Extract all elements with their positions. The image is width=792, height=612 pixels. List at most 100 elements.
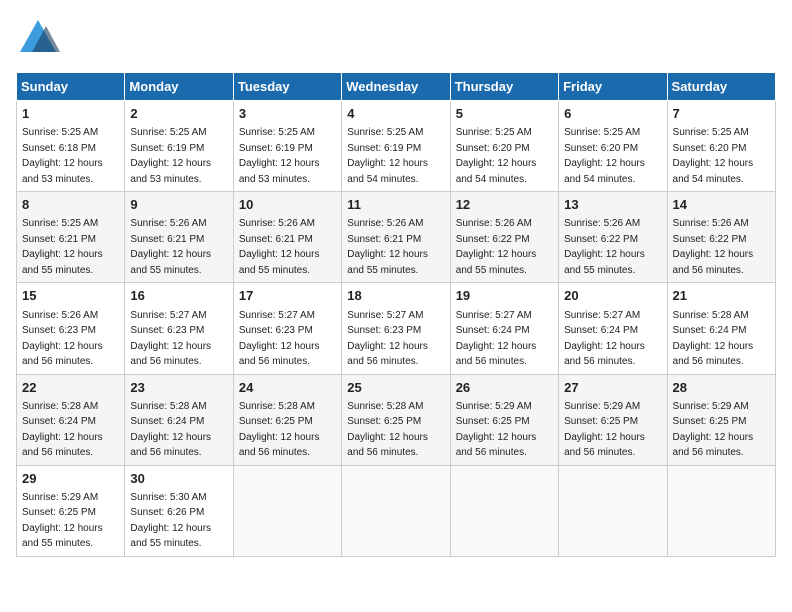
day-detail-10: Sunrise: 5:26 AMSunset: 6:21 PMDaylight:… [239, 218, 320, 276]
day-cell-8: 8 Sunrise: 5:25 AMSunset: 6:21 PMDayligh… [17, 192, 125, 283]
calendar-week-5: 29 Sunrise: 5:29 AMSunset: 6:25 PMDaylig… [17, 465, 776, 556]
day-number-30: 30 [130, 470, 227, 488]
day-number-4: 4 [347, 105, 444, 123]
weekday-header-row: Sunday Monday Tuesday Wednesday Thursday… [17, 73, 776, 101]
day-number-11: 11 [347, 196, 444, 214]
day-detail-19: Sunrise: 5:27 AMSunset: 6:24 PMDaylight:… [456, 310, 537, 368]
day-number-27: 27 [564, 379, 661, 397]
day-number-20: 20 [564, 287, 661, 305]
day-cell-24: 24 Sunrise: 5:28 AMSunset: 6:25 PMDaylig… [233, 374, 341, 465]
day-number-18: 18 [347, 287, 444, 305]
day-number-21: 21 [673, 287, 770, 305]
day-detail-1: Sunrise: 5:25 AMSunset: 6:18 PMDaylight:… [22, 127, 103, 185]
day-number-24: 24 [239, 379, 336, 397]
day-detail-16: Sunrise: 5:27 AMSunset: 6:23 PMDaylight:… [130, 310, 211, 368]
header-wednesday: Wednesday [342, 73, 450, 101]
day-number-8: 8 [22, 196, 119, 214]
day-cell-12: 12 Sunrise: 5:26 AMSunset: 6:22 PMDaylig… [450, 192, 558, 283]
day-detail-8: Sunrise: 5:25 AMSunset: 6:21 PMDaylight:… [22, 218, 103, 276]
day-detail-30: Sunrise: 5:30 AMSunset: 6:26 PMDaylight:… [130, 492, 211, 550]
logo [16, 16, 64, 60]
day-number-3: 3 [239, 105, 336, 123]
day-number-22: 22 [22, 379, 119, 397]
day-cell-21: 21 Sunrise: 5:28 AMSunset: 6:24 PMDaylig… [667, 283, 775, 374]
day-detail-26: Sunrise: 5:29 AMSunset: 6:25 PMDaylight:… [456, 401, 537, 459]
empty-cell [559, 465, 667, 556]
header-friday: Friday [559, 73, 667, 101]
day-detail-6: Sunrise: 5:25 AMSunset: 6:20 PMDaylight:… [564, 127, 645, 185]
day-number-26: 26 [456, 379, 553, 397]
day-cell-4: 4 Sunrise: 5:25 AMSunset: 6:19 PMDayligh… [342, 101, 450, 192]
day-detail-24: Sunrise: 5:28 AMSunset: 6:25 PMDaylight:… [239, 401, 320, 459]
day-cell-6: 6 Sunrise: 5:25 AMSunset: 6:20 PMDayligh… [559, 101, 667, 192]
day-detail-9: Sunrise: 5:26 AMSunset: 6:21 PMDaylight:… [130, 218, 211, 276]
calendar-week-2: 8 Sunrise: 5:25 AMSunset: 6:21 PMDayligh… [17, 192, 776, 283]
day-number-29: 29 [22, 470, 119, 488]
day-number-12: 12 [456, 196, 553, 214]
day-number-5: 5 [456, 105, 553, 123]
day-number-23: 23 [130, 379, 227, 397]
day-number-2: 2 [130, 105, 227, 123]
day-number-19: 19 [456, 287, 553, 305]
day-detail-17: Sunrise: 5:27 AMSunset: 6:23 PMDaylight:… [239, 310, 320, 368]
day-cell-23: 23 Sunrise: 5:28 AMSunset: 6:24 PMDaylig… [125, 374, 233, 465]
day-cell-15: 15 Sunrise: 5:26 AMSunset: 6:23 PMDaylig… [17, 283, 125, 374]
day-cell-5: 5 Sunrise: 5:25 AMSunset: 6:20 PMDayligh… [450, 101, 558, 192]
header-monday: Monday [125, 73, 233, 101]
day-detail-7: Sunrise: 5:25 AMSunset: 6:20 PMDaylight:… [673, 127, 754, 185]
day-cell-25: 25 Sunrise: 5:28 AMSunset: 6:25 PMDaylig… [342, 374, 450, 465]
day-number-9: 9 [130, 196, 227, 214]
day-cell-22: 22 Sunrise: 5:28 AMSunset: 6:24 PMDaylig… [17, 374, 125, 465]
day-cell-20: 20 Sunrise: 5:27 AMSunset: 6:24 PMDaylig… [559, 283, 667, 374]
header-sunday: Sunday [17, 73, 125, 101]
page-header [16, 16, 776, 60]
calendar-week-4: 22 Sunrise: 5:28 AMSunset: 6:24 PMDaylig… [17, 374, 776, 465]
day-detail-18: Sunrise: 5:27 AMSunset: 6:23 PMDaylight:… [347, 310, 428, 368]
day-number-15: 15 [22, 287, 119, 305]
day-detail-28: Sunrise: 5:29 AMSunset: 6:25 PMDaylight:… [673, 401, 754, 459]
day-cell-14: 14 Sunrise: 5:26 AMSunset: 6:22 PMDaylig… [667, 192, 775, 283]
day-number-25: 25 [347, 379, 444, 397]
day-cell-10: 10 Sunrise: 5:26 AMSunset: 6:21 PMDaylig… [233, 192, 341, 283]
day-number-1: 1 [22, 105, 119, 123]
day-number-13: 13 [564, 196, 661, 214]
empty-cell [233, 465, 341, 556]
day-detail-25: Sunrise: 5:28 AMSunset: 6:25 PMDaylight:… [347, 401, 428, 459]
day-detail-12: Sunrise: 5:26 AMSunset: 6:22 PMDaylight:… [456, 218, 537, 276]
day-cell-30: 30 Sunrise: 5:30 AMSunset: 6:26 PMDaylig… [125, 465, 233, 556]
day-cell-11: 11 Sunrise: 5:26 AMSunset: 6:21 PMDaylig… [342, 192, 450, 283]
calendar-week-3: 15 Sunrise: 5:26 AMSunset: 6:23 PMDaylig… [17, 283, 776, 374]
day-detail-15: Sunrise: 5:26 AMSunset: 6:23 PMDaylight:… [22, 310, 103, 368]
day-detail-23: Sunrise: 5:28 AMSunset: 6:24 PMDaylight:… [130, 401, 211, 459]
day-detail-27: Sunrise: 5:29 AMSunset: 6:25 PMDaylight:… [564, 401, 645, 459]
header-tuesday: Tuesday [233, 73, 341, 101]
empty-cell [667, 465, 775, 556]
day-cell-27: 27 Sunrise: 5:29 AMSunset: 6:25 PMDaylig… [559, 374, 667, 465]
day-detail-13: Sunrise: 5:26 AMSunset: 6:22 PMDaylight:… [564, 218, 645, 276]
day-number-28: 28 [673, 379, 770, 397]
day-cell-29: 29 Sunrise: 5:29 AMSunset: 6:25 PMDaylig… [17, 465, 125, 556]
day-detail-22: Sunrise: 5:28 AMSunset: 6:24 PMDaylight:… [22, 401, 103, 459]
day-detail-14: Sunrise: 5:26 AMSunset: 6:22 PMDaylight:… [673, 218, 754, 276]
day-detail-11: Sunrise: 5:26 AMSunset: 6:21 PMDaylight:… [347, 218, 428, 276]
day-number-7: 7 [673, 105, 770, 123]
day-cell-26: 26 Sunrise: 5:29 AMSunset: 6:25 PMDaylig… [450, 374, 558, 465]
day-number-17: 17 [239, 287, 336, 305]
day-detail-29: Sunrise: 5:29 AMSunset: 6:25 PMDaylight:… [22, 492, 103, 550]
day-cell-9: 9 Sunrise: 5:26 AMSunset: 6:21 PMDayligh… [125, 192, 233, 283]
day-number-16: 16 [130, 287, 227, 305]
day-cell-16: 16 Sunrise: 5:27 AMSunset: 6:23 PMDaylig… [125, 283, 233, 374]
day-cell-19: 19 Sunrise: 5:27 AMSunset: 6:24 PMDaylig… [450, 283, 558, 374]
day-detail-5: Sunrise: 5:25 AMSunset: 6:20 PMDaylight:… [456, 127, 537, 185]
day-cell-28: 28 Sunrise: 5:29 AMSunset: 6:25 PMDaylig… [667, 374, 775, 465]
day-number-10: 10 [239, 196, 336, 214]
day-cell-13: 13 Sunrise: 5:26 AMSunset: 6:22 PMDaylig… [559, 192, 667, 283]
day-detail-4: Sunrise: 5:25 AMSunset: 6:19 PMDaylight:… [347, 127, 428, 185]
empty-cell [450, 465, 558, 556]
day-cell-7: 7 Sunrise: 5:25 AMSunset: 6:20 PMDayligh… [667, 101, 775, 192]
calendar-table: Sunday Monday Tuesday Wednesday Thursday… [16, 72, 776, 557]
day-detail-20: Sunrise: 5:27 AMSunset: 6:24 PMDaylight:… [564, 310, 645, 368]
day-cell-18: 18 Sunrise: 5:27 AMSunset: 6:23 PMDaylig… [342, 283, 450, 374]
day-detail-21: Sunrise: 5:28 AMSunset: 6:24 PMDaylight:… [673, 310, 754, 368]
day-number-14: 14 [673, 196, 770, 214]
